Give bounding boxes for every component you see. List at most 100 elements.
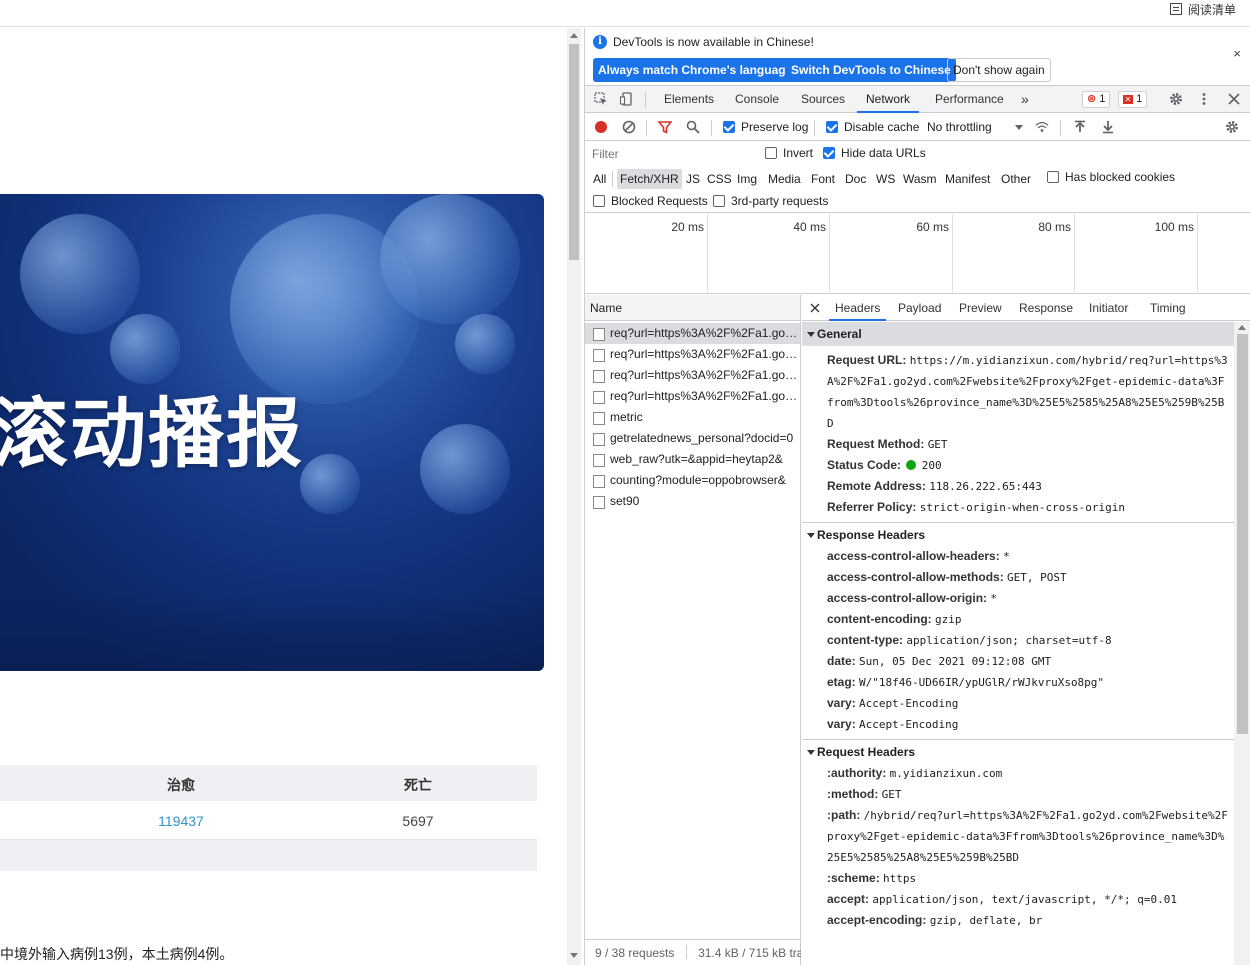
request-row[interactable]: set90 xyxy=(585,491,800,512)
separator xyxy=(814,120,815,136)
scroll-up-icon[interactable] xyxy=(1238,325,1246,330)
record-icon[interactable] xyxy=(594,120,608,134)
header-dead: 死亡 xyxy=(404,777,432,793)
filter-type-other[interactable]: Other xyxy=(998,169,1034,189)
reading-list-button[interactable]: 阅读清单 xyxy=(1169,1,1236,17)
request-row[interactable]: req?url=https%3A%2F%2Fa1.go2yd.com%2Fweb… xyxy=(585,365,800,386)
filter-type-doc[interactable]: Doc xyxy=(842,169,869,189)
request-row[interactable]: req?url=https%3A%2F%2Fa1.go2yd.com%2Fweb… xyxy=(585,344,800,365)
separator xyxy=(711,120,712,136)
virus-graphic xyxy=(455,314,515,374)
request-method-row: Request Method: GET xyxy=(827,437,948,451)
separator xyxy=(1060,120,1061,136)
request-list-header[interactable]: Name xyxy=(585,295,800,321)
always-match-language-button[interactable]: Always match Chrome's language xyxy=(593,58,798,82)
filter-type-wasm[interactable]: Wasm xyxy=(900,169,940,189)
filter-type-media[interactable]: Media xyxy=(765,169,804,189)
preserve-log-checkbox[interactable] xyxy=(723,121,735,133)
blocked-requests-checkbox[interactable] xyxy=(593,195,605,207)
close-devtools-icon[interactable] xyxy=(1227,92,1241,106)
preserve-log-label: Preserve log xyxy=(741,120,809,134)
hide-data-urls-checkbox[interactable] xyxy=(823,147,835,159)
request-row[interactable]: counting?module=oppobrowser& xyxy=(585,470,800,491)
issue-icon: ✕ xyxy=(1123,95,1133,104)
third-party-checkbox[interactable] xyxy=(713,195,725,207)
request-row[interactable]: getrelatednews_personal?docid=0 xyxy=(585,428,800,449)
switch-to-chinese-button[interactable]: Switch DevTools to Chinese xyxy=(786,58,956,82)
tab-sources[interactable]: Sources xyxy=(801,86,845,113)
more-tabs-icon[interactable]: » xyxy=(1021,86,1029,113)
response-headers-section-header[interactable]: Response Headers xyxy=(802,522,1234,546)
kebab-menu-icon[interactable] xyxy=(1197,92,1211,106)
chevron-down-icon[interactable] xyxy=(1012,120,1026,134)
tab-initiator[interactable]: Initiator xyxy=(1089,295,1128,321)
response-header-row: access-control-allow-methods: GET, POST xyxy=(827,570,1067,584)
clear-icon[interactable] xyxy=(622,120,636,134)
settings-gear-icon[interactable] xyxy=(1169,92,1183,106)
separator xyxy=(645,92,646,108)
throttling-select[interactable]: No throttling xyxy=(927,120,992,134)
request-row[interactable]: req?url=https%3A%2F%2Fa1.go2yd.com%2Fweb… xyxy=(585,323,800,344)
close-details-icon[interactable] xyxy=(810,303,820,313)
issue-count-badge[interactable]: ✕ 1 xyxy=(1118,91,1148,108)
tab-response[interactable]: Response xyxy=(1019,295,1073,321)
search-icon[interactable] xyxy=(686,120,700,134)
details-scrollbar[interactable] xyxy=(1234,322,1250,965)
filter-bar: Invert Hide data URLs All Fetch/XHR JS C… xyxy=(585,142,1250,213)
invert-label: Invert xyxy=(783,146,814,160)
request-row[interactable]: req?url=https%3A%2F%2Fa1.go2yd.com%2Fweb… xyxy=(585,386,800,407)
devtools-panel: i DevTools is now available in Chinese! … xyxy=(584,28,1250,965)
request-row[interactable]: web_raw?utk=&appid=heytap2& xyxy=(585,449,800,470)
separator xyxy=(646,120,647,136)
network-conditions-icon[interactable] xyxy=(1035,120,1049,134)
filter-type-fetch-xhr[interactable]: Fetch/XHR xyxy=(617,169,682,189)
filter-funnel-icon[interactable] xyxy=(658,120,672,134)
scroll-up-icon[interactable] xyxy=(570,33,578,38)
invert-checkbox[interactable] xyxy=(765,147,777,159)
close-icon[interactable]: × xyxy=(1233,46,1241,61)
network-overview-timeline[interactable]: 20 ms 40 ms 60 ms 80 ms 100 ms xyxy=(585,214,1250,294)
tab-elements[interactable]: Elements xyxy=(664,86,714,113)
response-header-row: access-control-allow-headers: * xyxy=(827,549,1010,563)
request-header-row: :path: /hybrid/req?url=https%3A%2F%2Fa1.… xyxy=(827,808,1228,864)
request-headers-section-header[interactable]: Request Headers xyxy=(802,739,1234,763)
page-scroll-thumb[interactable] xyxy=(569,44,579,260)
request-row[interactable]: metric xyxy=(585,407,800,428)
inspect-element-icon[interactable] xyxy=(594,92,608,106)
dont-show-again-button[interactable]: Don't show again xyxy=(947,58,1051,82)
filter-type-ws[interactable]: WS xyxy=(873,169,898,189)
tab-headers[interactable]: Headers xyxy=(829,295,887,321)
details-scroll-thumb[interactable] xyxy=(1237,334,1248,734)
banner-shade xyxy=(0,591,544,671)
tab-payload[interactable]: Payload xyxy=(898,295,941,321)
tab-network[interactable]: Network xyxy=(857,86,920,113)
export-har-icon[interactable] xyxy=(1101,120,1115,134)
error-count-badge[interactable]: ⊗ 1 xyxy=(1082,91,1111,108)
filter-type-font[interactable]: Font xyxy=(808,169,838,189)
has-blocked-cookies-checkbox[interactable] xyxy=(1047,171,1059,183)
page-scrollbar[interactable] xyxy=(567,28,581,965)
tab-performance[interactable]: Performance xyxy=(935,86,1004,113)
reading-list-icon xyxy=(1169,3,1182,15)
cured-value[interactable]: 119437 xyxy=(158,813,204,829)
filter-type-all[interactable]: All xyxy=(590,169,609,189)
filter-type-img[interactable]: Img xyxy=(734,169,760,189)
import-har-icon[interactable] xyxy=(1073,120,1087,134)
tab-timing[interactable]: Timing xyxy=(1150,295,1186,321)
filter-type-js[interactable]: JS xyxy=(683,169,703,189)
filter-type-css[interactable]: CSS xyxy=(704,169,735,189)
request-header-row: :method: GET xyxy=(827,787,902,801)
network-settings-gear-icon[interactable] xyxy=(1225,120,1239,134)
device-toolbar-icon[interactable] xyxy=(620,92,634,106)
header-cured: 治愈 xyxy=(167,777,195,793)
filter-input[interactable] xyxy=(589,145,751,163)
tab-console[interactable]: Console xyxy=(735,86,779,113)
disable-cache-checkbox[interactable] xyxy=(826,121,838,133)
general-section-header[interactable]: General xyxy=(802,322,1234,346)
tab-preview[interactable]: Preview xyxy=(959,295,1002,321)
filter-type-manifest[interactable]: Manifest xyxy=(942,169,993,189)
response-header-row: etag: W/"18f46-UD66IR/ypUGlR/rWJkvruXso8… xyxy=(827,675,1105,689)
browser-top-strip: 阅读清单 xyxy=(0,0,1250,27)
scroll-down-icon[interactable] xyxy=(570,953,578,958)
response-header-row: content-encoding: gzip xyxy=(827,612,962,626)
